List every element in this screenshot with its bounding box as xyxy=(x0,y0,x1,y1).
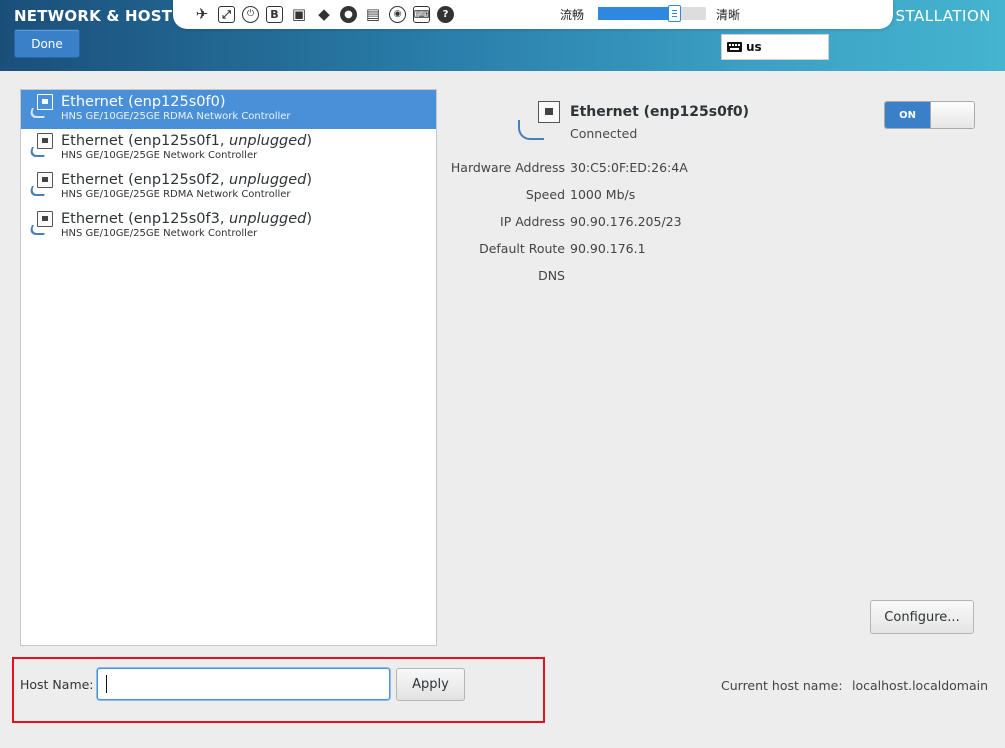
quality-high-label: 清晰 xyxy=(716,8,741,22)
quality-slider-fill xyxy=(598,7,674,20)
keyboard-layout-label: us xyxy=(746,40,762,54)
quality-slider[interactable] xyxy=(598,5,706,22)
device-row-enp125s0f0[interactable]: Ethernet (enp125s0f0) HNS GE/10GE/25GE R… xyxy=(21,90,436,129)
apply-button[interactable]: Apply xyxy=(396,668,465,701)
toggle-knob[interactable] xyxy=(930,102,974,128)
device-row-enp125s0f2[interactable]: Ethernet (enp125s0f2, unplugged) HNS GE/… xyxy=(21,168,436,207)
ethernet-icon xyxy=(28,172,55,200)
device-description: HNS GE/10GE/25GE RDMA Network Controller xyxy=(61,189,291,200)
device-name: Ethernet (enp125s0f0) xyxy=(61,94,226,110)
network-icon[interactable]: ▣ xyxy=(290,6,308,24)
done-button[interactable]: Done xyxy=(14,29,80,58)
remote-toolbar: ✈ ⤢ ⏻ B ▣ ◆ ● ▤ ◉ ⌨ ? 流畅 清晰 xyxy=(173,0,893,29)
power-icon[interactable]: ⏻ xyxy=(242,6,259,23)
default-route-value: 90.90.176.1 xyxy=(570,241,646,256)
dns-label: DNS xyxy=(538,268,565,283)
connection-status: Connected xyxy=(570,126,638,141)
device-state: unplugged xyxy=(229,211,307,227)
speed-value: 1000 Mb/s xyxy=(570,187,636,202)
text-caret xyxy=(106,675,107,693)
configure-button[interactable]: Configure... xyxy=(870,600,974,634)
hardware-address-value: 30:C5:0F:ED:26:4A xyxy=(570,160,688,175)
mouse-icon[interactable]: ◆ xyxy=(315,6,333,24)
record-icon[interactable]: ● xyxy=(340,6,357,23)
ip-address-value: 90.90.176.205/23 xyxy=(570,214,682,229)
hardware-address-label: Hardware Address xyxy=(450,160,565,175)
ethernet-icon xyxy=(516,101,562,147)
device-name: Ethernet (enp125s0f1, unplugged) xyxy=(61,133,313,149)
detail-device-name: Ethernet (enp125s0f0) xyxy=(570,104,750,120)
keyboard-layout-indicator[interactable]: us xyxy=(721,34,829,60)
device-row-enp125s0f3[interactable]: Ethernet (enp125s0f3, unplugged) HNS GE/… xyxy=(21,207,436,246)
device-name: Ethernet (enp125s0f2, unplugged) xyxy=(61,172,313,188)
pin-icon[interactable]: ✈ xyxy=(193,6,211,24)
ethernet-icon xyxy=(28,211,55,239)
quality-low-label: 流畅 xyxy=(560,8,585,22)
device-description: HNS GE/10GE/25GE Network Controller xyxy=(61,228,258,239)
device-description: HNS GE/10GE/25GE Network Controller xyxy=(61,150,258,161)
network-device-list[interactable]: Ethernet (enp125s0f0) HNS GE/10GE/25GE R… xyxy=(20,89,437,646)
current-host-name-value: localhost.localdomain xyxy=(852,678,989,693)
keyboard-icon[interactable]: ⌨ xyxy=(413,6,430,23)
device-state: unplugged xyxy=(229,133,307,149)
b-icon[interactable]: B xyxy=(266,6,283,23)
toggle-on-label: ON xyxy=(885,102,930,128)
fullscreen-icon[interactable]: ⤢ xyxy=(218,6,235,23)
host-name-input[interactable] xyxy=(97,668,390,700)
help-icon[interactable]: ? xyxy=(437,6,454,23)
current-host-name-label: Current host name: xyxy=(721,678,843,693)
quality-slider-handle[interactable] xyxy=(667,5,681,22)
host-name-label: Host Name: xyxy=(20,677,94,692)
video-icon[interactable]: ◉ xyxy=(389,6,406,23)
device-on-off-toggle[interactable]: ON xyxy=(884,101,975,129)
device-row-enp125s0f1[interactable]: Ethernet (enp125s0f1, unplugged) HNS GE/… xyxy=(21,129,436,168)
ip-address-label: IP Address xyxy=(500,214,565,229)
clipboard-icon[interactable]: ▤ xyxy=(364,6,382,24)
device-description: HNS GE/10GE/25GE RDMA Network Controller xyxy=(61,111,291,122)
device-name: Ethernet (enp125s0f3, unplugged) xyxy=(61,211,313,227)
default-route-label: Default Route xyxy=(479,241,565,256)
ethernet-icon xyxy=(28,94,55,122)
speed-label: Speed xyxy=(525,187,565,202)
device-state: unplugged xyxy=(229,172,307,188)
installation-title: STALLATION xyxy=(895,7,991,25)
ethernet-icon xyxy=(28,133,55,161)
keyboard-icon xyxy=(727,42,742,52)
